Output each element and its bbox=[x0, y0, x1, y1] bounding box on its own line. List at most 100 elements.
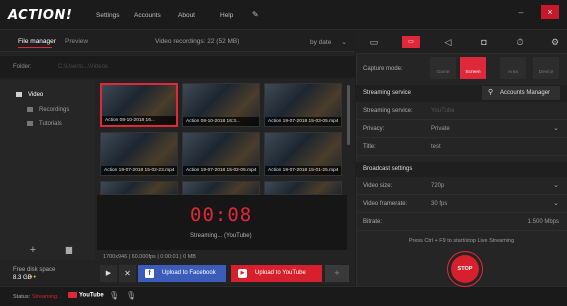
capture-mode-screen[interactable]: Screen bbox=[460, 57, 486, 79]
app-logo: ACTION! bbox=[8, 8, 73, 23]
streaming-section-title: Streaming service bbox=[363, 90, 412, 96]
row-label: Video framerate: bbox=[363, 201, 408, 207]
camera-mode-icon[interactable]: ◘ bbox=[476, 36, 492, 48]
disk-indicator-icon: •• bbox=[30, 274, 37, 281]
add-folder-button[interactable]: + bbox=[22, 243, 44, 257]
thumbnail-caption: Action 19-07-2018 15-02-05.mp4 bbox=[183, 166, 259, 175]
thumbnail-caption: Action 19-07-2018 15-01-25.mp4 bbox=[265, 166, 341, 175]
capture-mode-game[interactable]: Game bbox=[430, 57, 456, 79]
video-thumbnail[interactable]: Action 19-07-2018 15-01-25.mp4 bbox=[264, 132, 342, 176]
menu-settings[interactable]: Settings bbox=[96, 12, 120, 19]
menu-about[interactable]: About bbox=[178, 12, 195, 19]
record-mode-icon[interactable]: ▭ bbox=[366, 36, 382, 48]
youtube-icon bbox=[68, 292, 77, 298]
tree-item-label: Tutorials bbox=[39, 121, 62, 128]
capture-mode-label: Capture mode: bbox=[363, 66, 403, 72]
facebook-icon: f bbox=[145, 269, 154, 278]
free-disk-label: Free disk space bbox=[13, 267, 56, 273]
settings-gear-icon[interactable]: ⚙︎ bbox=[547, 36, 563, 48]
live-stream-mode-icon[interactable]: ▭ bbox=[402, 36, 420, 48]
capture-mode-device[interactable]: Device bbox=[533, 57, 559, 79]
free-disk-value: 8.3 GB bbox=[13, 275, 32, 281]
status-service: YouTube bbox=[68, 292, 104, 299]
status-value: Streaming... bbox=[32, 294, 62, 300]
delete-button[interactable]: ✕ bbox=[119, 265, 136, 282]
title-bar bbox=[0, 0, 567, 30]
tree-item-tutorials[interactable]: Tutorials bbox=[27, 121, 62, 127]
chevron-down-icon: ⌄ bbox=[553, 200, 559, 207]
video-framerate-row[interactable]: Video framerate: 30 fps ⌄ bbox=[356, 196, 567, 213]
row-label: Streaming service: bbox=[363, 108, 413, 114]
title-row[interactable]: Title: test bbox=[356, 139, 567, 156]
tab-preview[interactable]: Preview bbox=[65, 38, 88, 45]
row-label: Video size: bbox=[363, 183, 393, 189]
row-value: 720p bbox=[431, 183, 445, 189]
more-upload-button[interactable]: + bbox=[325, 265, 349, 282]
thumbnail-caption: Action 08-10-2018 16... bbox=[102, 116, 176, 125]
thumbnail-caption: Action 19-07-2018 15-02-23.mp4 bbox=[101, 166, 177, 175]
tree-item-recordings[interactable]: Recordings bbox=[27, 107, 69, 113]
privacy-row[interactable]: Privacy: Private ⌄ bbox=[356, 121, 567, 138]
sort-dropdown[interactable]: by date ⌄ bbox=[310, 38, 347, 46]
close-button[interactable]: × bbox=[541, 5, 559, 19]
minimize-button[interactable]: – bbox=[512, 5, 530, 19]
thumbnail-caption: Action 08-10-2018 16:3... bbox=[183, 117, 259, 126]
bitrate-row[interactable]: Bitrate: 1.500 Mbps bbox=[356, 214, 567, 231]
chevron-down-icon: ⌄ bbox=[341, 39, 347, 46]
accounts-manager-button[interactable]: ⚲ Accounts Manager bbox=[482, 86, 560, 100]
capture-mode-area[interactable]: Area bbox=[500, 57, 526, 79]
folder-link-icon[interactable]: ▆ bbox=[58, 243, 80, 257]
video-thumbnail[interactable]: Action 08-10-2018 16... bbox=[100, 83, 178, 127]
hotkey-hint: Press Ctrl + F9 to start/stop Live Strea… bbox=[408, 238, 515, 244]
status-service-label: YouTube bbox=[79, 292, 104, 299]
stop-button[interactable]: STOP bbox=[451, 255, 479, 283]
grid-scrollbar[interactable] bbox=[347, 85, 350, 145]
brush-icon[interactable]: ✎ bbox=[252, 10, 259, 19]
video-thumbnail[interactable] bbox=[182, 181, 260, 195]
row-label: Title: bbox=[363, 144, 376, 150]
row-value: 1.500 Mbps bbox=[527, 219, 559, 225]
file-info: 1700x946 | 60.000fps | 0:00:01 | 0 MB bbox=[103, 254, 196, 260]
row-value: YouTube bbox=[431, 108, 455, 114]
youtube-icon: ▶ bbox=[238, 269, 247, 278]
upload-youtube-button[interactable]: ▶ Upload to YouTube bbox=[231, 265, 322, 282]
video-size-row[interactable]: Video size: 720p ⌄ bbox=[356, 178, 567, 195]
row-label: Privacy: bbox=[363, 126, 385, 132]
video-thumbnail[interactable]: Action 19-07-2018 15-02-05.mp4 bbox=[182, 132, 260, 176]
video-thumbnail[interactable]: Action 19-07-2018 15-03-05.mp4 bbox=[264, 83, 342, 127]
menu-accounts[interactable]: Accounts bbox=[134, 12, 161, 19]
folder-bar bbox=[0, 56, 355, 78]
chevron-down-icon: ⌄ bbox=[553, 182, 559, 189]
video-thumbnail[interactable] bbox=[264, 181, 342, 195]
microphone-icon[interactable]: 🎙︎ bbox=[109, 291, 119, 300]
audio-mode-icon[interactable]: ◁ bbox=[440, 36, 456, 48]
accounts-manager-label: Accounts Manager bbox=[500, 90, 551, 96]
chevron-down-icon: ⌄ bbox=[553, 125, 559, 132]
row-value: 30 fps bbox=[431, 201, 448, 207]
video-thumbnail[interactable] bbox=[100, 181, 178, 195]
tree-item-video[interactable]: Video bbox=[16, 92, 43, 98]
user-icon: ⚲ bbox=[488, 89, 494, 96]
row-value: Private bbox=[431, 126, 450, 132]
upload-facebook-button[interactable]: f Upload to Facebook bbox=[138, 265, 226, 282]
sort-label: by date bbox=[310, 39, 332, 46]
mode-bar bbox=[356, 30, 567, 54]
streaming-service-row[interactable]: Streaming service: YouTube bbox=[356, 103, 567, 120]
tab-file-manager[interactable]: File manager bbox=[18, 38, 56, 45]
recording-timer: 00:08 bbox=[190, 204, 253, 226]
microphone-icon[interactable]: 🎙︎ bbox=[126, 291, 136, 300]
recordings-count: Video recordings: 22 (52 MB) bbox=[155, 38, 240, 45]
timer-mode-icon[interactable]: ⏱︎ bbox=[512, 36, 528, 48]
video-thumbnail[interactable]: Action 08-10-2018 16:3... bbox=[182, 83, 260, 127]
menu-help[interactable]: Help bbox=[220, 12, 233, 19]
folder-label: Folder: bbox=[13, 64, 32, 70]
folder-icon bbox=[27, 107, 33, 112]
play-button[interactable]: ▶ bbox=[100, 265, 117, 282]
tab-active-indicator bbox=[18, 47, 52, 48]
video-thumbnail[interactable]: Action 19-07-2018 15-02-23.mp4 bbox=[100, 132, 178, 176]
thumbnail-caption: Action 19-07-2018 15-03-05.mp4 bbox=[265, 117, 341, 126]
folder-icon bbox=[16, 92, 22, 97]
folder-path-input[interactable]: C:\Users\...\Videos bbox=[58, 64, 108, 70]
status-label: Status: bbox=[13, 294, 31, 300]
tree-item-label: Recordings bbox=[39, 107, 70, 114]
